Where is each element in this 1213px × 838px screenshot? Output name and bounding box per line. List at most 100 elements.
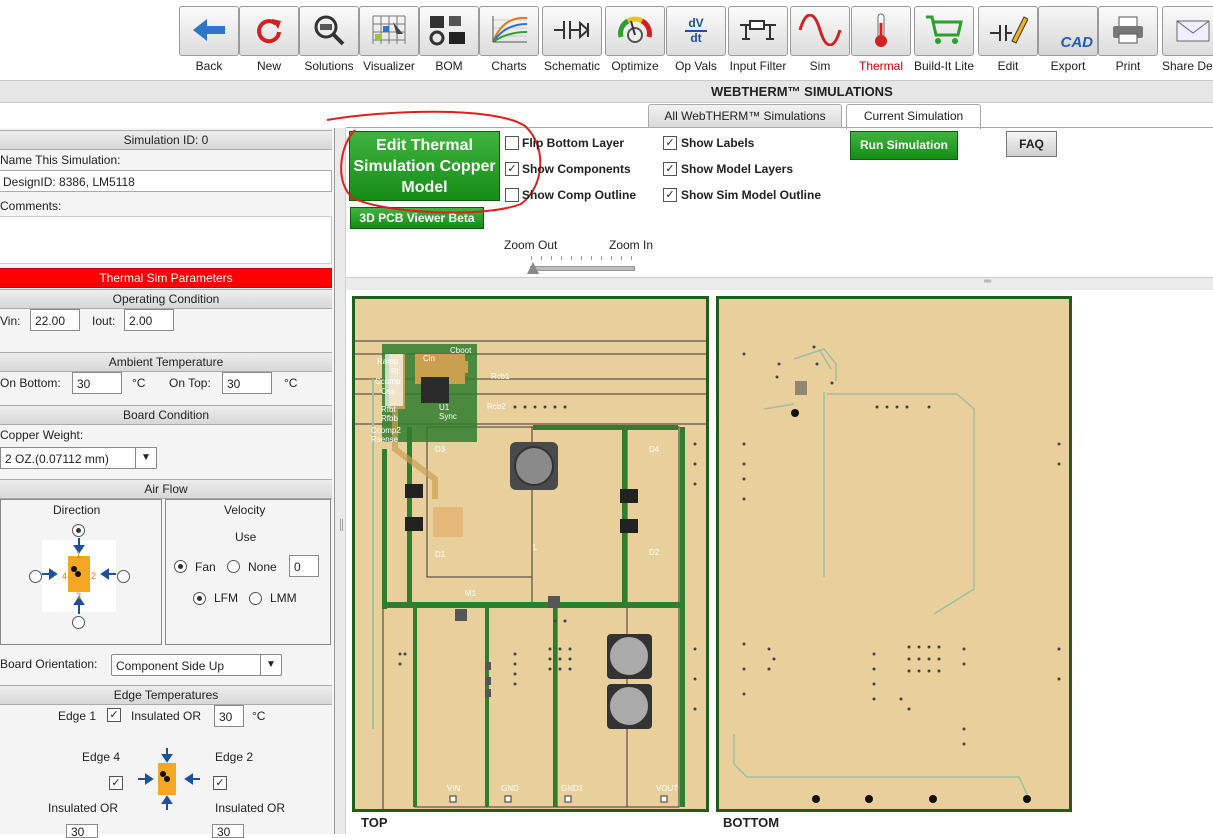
flip-bottom-checkbox[interactable]: [505, 136, 519, 150]
show-model-layers-checkbox[interactable]: ✓: [663, 162, 677, 176]
print-button[interactable]: Print: [1098, 6, 1158, 76]
new-button[interactable]: New: [239, 6, 299, 76]
pcb-bottom-layer[interactable]: [716, 296, 1072, 812]
on-top-input[interactable]: 30: [222, 372, 272, 394]
horizontal-splitter[interactable]: ═: [346, 276, 1213, 291]
thermal-label: Thermal: [858, 59, 903, 73]
velocity-label: Velocity: [224, 503, 266, 517]
show-sim-outline-checkbox[interactable]: ✓: [663, 188, 677, 202]
on-bottom-unit: °C: [132, 376, 146, 390]
board-orientation-value: Component Side Up: [116, 659, 225, 673]
charts-button[interactable]: Charts: [479, 6, 539, 76]
lmm-radio[interactable]: [249, 592, 262, 605]
build-it-lite-label: Build-It Lite: [914, 59, 975, 73]
vin-input[interactable]: 22.00: [30, 309, 80, 331]
share-design-button[interactable]: Share De: [1162, 6, 1213, 76]
show-labels-checkbox[interactable]: ✓: [663, 136, 677, 150]
edge1-insulated-label: Insulated OR: [131, 709, 202, 723]
show-comp-outline-checkbox[interactable]: [505, 188, 519, 202]
edit-button[interactable]: Edit: [978, 6, 1038, 76]
toolbar: Back New Solutions Visualizer BOM Charts…: [0, 0, 1213, 80]
faq-button[interactable]: FAQ: [1006, 131, 1057, 157]
edge4-checkbox[interactable]: ✓: [109, 776, 123, 790]
zoom-out-label: Zoom Out: [504, 238, 558, 252]
run-simulation-button[interactable]: Run Simulation: [850, 131, 958, 160]
cad-export-icon: CAD: [1038, 6, 1098, 56]
lfm-label: LFM: [214, 591, 238, 605]
sim-label: Sim: [809, 59, 831, 73]
optimize-button[interactable]: Optimize: [605, 6, 665, 76]
direction-radio-left[interactable]: [29, 570, 42, 583]
pcb-label-d2: D2: [649, 548, 660, 557]
print-label: Print: [1115, 59, 1141, 73]
show-components-checkbox[interactable]: ✓: [505, 162, 519, 176]
on-bottom-label: On Bottom:: [0, 376, 61, 390]
board-orientation-select[interactable]: Component Side Up ▼: [111, 654, 282, 676]
direction-radio-bottom[interactable]: [72, 616, 85, 629]
pcb-label-gnd: GND: [501, 784, 519, 793]
pcb-label-d3: D3: [435, 445, 446, 454]
tab-all-simulations[interactable]: All WebTHERM™ Simulations: [648, 104, 842, 128]
copper-weight-select[interactable]: 2 OZ.(0.07112 mm) ▼: [0, 447, 157, 469]
filter-icon: [738, 15, 778, 48]
sine-wave-icon: [798, 13, 842, 49]
none-radio[interactable]: [227, 560, 240, 573]
edge1-temp-input[interactable]: 30: [214, 705, 244, 727]
tab-current-simulation[interactable]: Current Simulation: [846, 104, 981, 129]
splitter-grip-icon: ═: [984, 276, 992, 287]
export-button[interactable]: CAD Export: [1038, 6, 1098, 76]
input-filter-button[interactable]: Input Filter: [728, 6, 788, 76]
edge1-checkbox[interactable]: ✓: [107, 708, 121, 722]
pcb-top-layer[interactable]: Cboot Cin Ramp Rt Ccomp Css Rfbt Rfbb Cc…: [352, 296, 709, 812]
direction-radio-right[interactable]: [117, 570, 130, 583]
edge4-label: Edge 4: [82, 750, 121, 764]
edge-num-3: 3: [76, 591, 82, 601]
zoom-slider-track[interactable]: [530, 266, 635, 271]
op-vals-button[interactable]: dV dt Op Vals: [666, 6, 726, 76]
thermal-button[interactable]: Thermal: [851, 6, 911, 76]
comments-textarea[interactable]: [0, 216, 332, 264]
panel-splitter[interactable]: ║: [335, 128, 346, 834]
on-bottom-input[interactable]: 30: [72, 372, 122, 394]
iout-input[interactable]: 2.00: [124, 309, 174, 331]
edit-label: Edit: [997, 59, 1019, 73]
pcb-top-labels: Cboot Cin Ramp Rt Ccomp Css Rfbt Rfbb Cc…: [355, 299, 706, 809]
pcb-label-l: L: [533, 543, 538, 552]
pcb-label-rcb2: Rcb2: [487, 402, 506, 411]
magnifier-icon: [312, 13, 346, 50]
visualizer-button[interactable]: Visualizer: [359, 6, 419, 76]
on-top-unit: °C: [284, 376, 298, 390]
velocity-input[interactable]: 0: [289, 555, 319, 577]
edge2-temp-input[interactable]: 30: [212, 824, 244, 838]
pcb-label-gnd1: GND1: [561, 784, 584, 793]
copper-weight-label: Copper Weight:: [0, 428, 84, 442]
bom-button[interactable]: BOM: [419, 6, 479, 76]
components-icon: [427, 12, 471, 51]
edge1-unit: °C: [252, 709, 266, 723]
pcb-label-m1: M1: [465, 589, 477, 598]
show-model-layers-label: Show Model Layers: [681, 162, 794, 176]
pcb-label-sync: Sync: [439, 412, 457, 421]
pcb-label-cboot: Cboot: [450, 346, 472, 355]
edge2-checkbox[interactable]: ✓: [213, 776, 227, 790]
bom-label: BOM: [435, 59, 463, 73]
sim-name-input[interactable]: DesignID: 8386, LM5118: [0, 170, 332, 192]
page-title: WEBTHERM™ SIMULATIONS: [711, 84, 893, 99]
build-it-lite-button[interactable]: Build-It Lite: [914, 6, 974, 76]
solutions-button[interactable]: Solutions: [299, 6, 359, 76]
fan-radio[interactable]: [174, 560, 187, 573]
operating-header: Operating Condition: [0, 289, 332, 309]
ambient-header: Ambient Temperature: [0, 352, 332, 372]
back-button[interactable]: Back: [179, 6, 239, 76]
pcb-label-rfbb: Rfbb: [381, 414, 398, 423]
op-vals-label: Op Vals: [675, 59, 717, 73]
zoom-slider-thumb[interactable]: [527, 262, 539, 274]
lfm-radio[interactable]: [193, 592, 206, 605]
edge4-temp-input[interactable]: 30: [66, 824, 98, 838]
schematic-button[interactable]: Schematic: [542, 6, 602, 76]
sim-button[interactable]: Sim: [790, 6, 850, 76]
sim-name-label: Name This Simulation:: [0, 153, 121, 167]
chevron-down-icon: ▼: [135, 448, 156, 468]
dial-icon: [616, 11, 654, 52]
cad-glyph: CAD: [1060, 34, 1094, 51]
